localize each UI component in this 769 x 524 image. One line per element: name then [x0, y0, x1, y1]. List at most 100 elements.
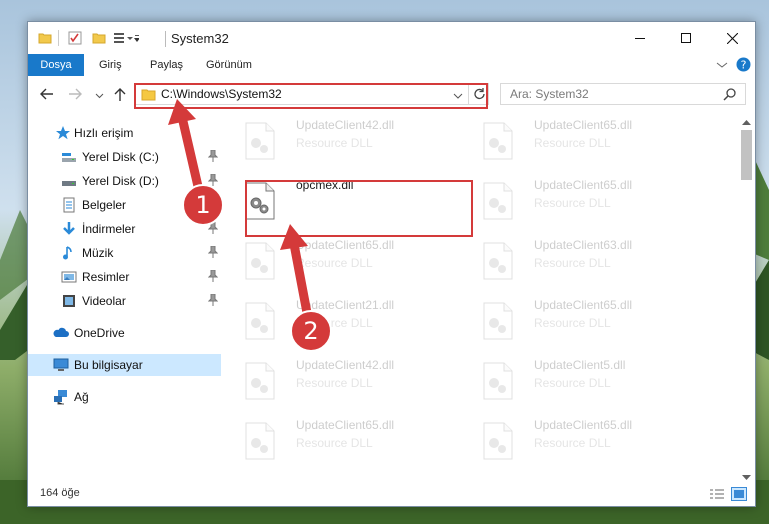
file-name: UpdateClient65.dll: [534, 118, 633, 132]
dll-file-icon: [483, 362, 513, 400]
nav-item-label: Belgeler: [82, 198, 127, 212]
file-type: Resource DLL: [534, 256, 611, 270]
music-icon: [61, 245, 77, 261]
nav-item-label: Müzik: [82, 246, 114, 260]
nav-network-label: Ağ: [74, 390, 89, 404]
file-name: UpdateClient65.dll: [534, 298, 633, 312]
search-input[interactable]: Ara: System32: [500, 83, 746, 105]
nav-item-label: İndirmeler: [82, 222, 136, 236]
dll-file-icon: [245, 362, 275, 400]
file-item[interactable]: UpdateClient42.dll Resource DLL: [224, 114, 460, 166]
tab-file[interactable]: Dosya: [28, 54, 84, 76]
star-icon: [55, 125, 71, 141]
download-icon: [61, 221, 77, 237]
file-name: UpdateClient42.dll: [296, 118, 395, 132]
search-placeholder: Ara: System32: [510, 87, 589, 101]
nav-item-label: Yerel Disk (D:): [82, 174, 159, 188]
svg-text:?: ?: [741, 59, 747, 72]
pictures-icon: [61, 269, 77, 285]
file-name: UpdateClient63.dll: [534, 238, 633, 252]
nav-onedrive-label: OneDrive: [74, 326, 125, 340]
tab-home[interactable]: Giriş: [93, 54, 128, 76]
file-type: Resource DLL: [534, 136, 611, 150]
file-item[interactable]: UpdateClient42.dll Resource DLL: [224, 354, 460, 406]
step-badge-2: 2: [290, 310, 332, 352]
file-name: UpdateClient5.dll: [534, 358, 626, 372]
dll-file-icon: [245, 422, 275, 460]
nav-item-pictures[interactable]: Resimler: [28, 266, 221, 288]
tab-share[interactable]: Paylaş: [144, 54, 189, 76]
file-type: Resource DLL: [296, 136, 373, 150]
file-type: Resource DLL: [534, 316, 611, 330]
documents-icon: [61, 197, 77, 213]
dll-file-icon: [483, 122, 513, 160]
help-icon[interactable]: ?: [736, 57, 751, 75]
nav-item-label: Videolar: [82, 294, 126, 308]
file-name: UpdateClient65.dll: [296, 418, 395, 432]
step-badge-1: 1: [182, 184, 224, 226]
nav-this-pc-label: Bu bilgisayar: [74, 358, 143, 372]
large-icons-view-icon[interactable]: [731, 487, 747, 504]
file-type: Resource DLL: [296, 436, 373, 450]
ribbon: Dosya Giriş Paylaş Görünüm ?: [28, 54, 755, 77]
nav-item-videos[interactable]: Videolar: [28, 290, 221, 312]
cloud-icon: [53, 325, 69, 341]
computer-icon: [53, 357, 69, 373]
file-name: UpdateClient42.dll: [296, 358, 395, 372]
dll-file-icon: [483, 182, 513, 220]
pin-icon[interactable]: [207, 269, 219, 285]
tab-view[interactable]: Görünüm: [200, 54, 258, 76]
file-item[interactable]: UpdateClient5.dll Resource DLL: [462, 354, 698, 406]
file-item[interactable]: UpdateClient65.dll Resource DLL: [462, 294, 698, 346]
maximize-button[interactable]: [663, 22, 709, 54]
minimize-icon: [635, 38, 645, 39]
search-icon[interactable]: [723, 87, 737, 104]
drive-icon: [61, 173, 77, 189]
network-icon: [53, 389, 69, 405]
close-button[interactable]: [709, 22, 755, 54]
nav-quick-access-label: Hızlı erişim: [74, 126, 134, 140]
title-separator: [165, 31, 166, 47]
status-bar: 164 öğe: [28, 482, 755, 506]
file-item[interactable]: UpdateClient65.dll Resource DLL: [462, 174, 698, 226]
nav-item-label: Resimler: [82, 270, 130, 284]
new-folder-icon[interactable]: [92, 31, 106, 48]
file-item[interactable]: UpdateClient65.dll Resource DLL: [224, 414, 460, 466]
drive-icon: [61, 149, 77, 165]
details-view-icon[interactable]: [709, 488, 725, 503]
close-icon: [726, 32, 738, 44]
scroll-thumb[interactable]: [741, 130, 752, 180]
nav-item-label: Yerel Disk (C:): [82, 150, 159, 164]
item-count: 164 öğe: [40, 487, 80, 499]
forward-arrow-icon[interactable]: [68, 88, 82, 101]
scroll-up-icon[interactable]: [742, 114, 751, 128]
file-item[interactable]: UpdateClient63.dll Resource DLL: [462, 234, 698, 286]
maximize-icon: [681, 33, 691, 43]
nav-item-music[interactable]: Müzik: [28, 242, 221, 264]
nav-onedrive[interactable]: OneDrive: [28, 322, 221, 344]
file-type: Resource DLL: [296, 376, 373, 390]
file-type: Resource DLL: [534, 376, 611, 390]
file-item[interactable]: UpdateClient65.dll Resource DLL: [462, 114, 698, 166]
customize-toolbar-icon[interactable]: [113, 31, 140, 48]
pin-icon[interactable]: [207, 293, 219, 309]
dll-file-icon: [483, 242, 513, 280]
window-title: System32: [171, 31, 229, 46]
ribbon-expand-icon[interactable]: [716, 59, 728, 73]
folder-icon: [38, 31, 52, 48]
nav-this-pc[interactable]: Bu bilgisayar: [28, 354, 221, 376]
back-arrow-icon[interactable]: [40, 88, 54, 101]
dll-file-icon: [483, 302, 513, 340]
file-item[interactable]: UpdateClient65.dll Resource DLL: [462, 414, 698, 466]
title-bar: System32: [28, 22, 755, 54]
dll-file-icon: [483, 422, 513, 460]
file-name: UpdateClient65.dll: [534, 178, 633, 192]
vertical-scrollbar[interactable]: [738, 110, 755, 482]
up-arrow-icon[interactable]: [114, 88, 126, 103]
pin-icon[interactable]: [207, 245, 219, 261]
recent-locations-icon[interactable]: [95, 89, 104, 101]
minimize-button[interactable]: [617, 22, 663, 54]
properties-icon[interactable]: [68, 31, 82, 48]
file-name: UpdateClient65.dll: [534, 418, 633, 432]
nav-network[interactable]: Ağ: [28, 386, 221, 408]
